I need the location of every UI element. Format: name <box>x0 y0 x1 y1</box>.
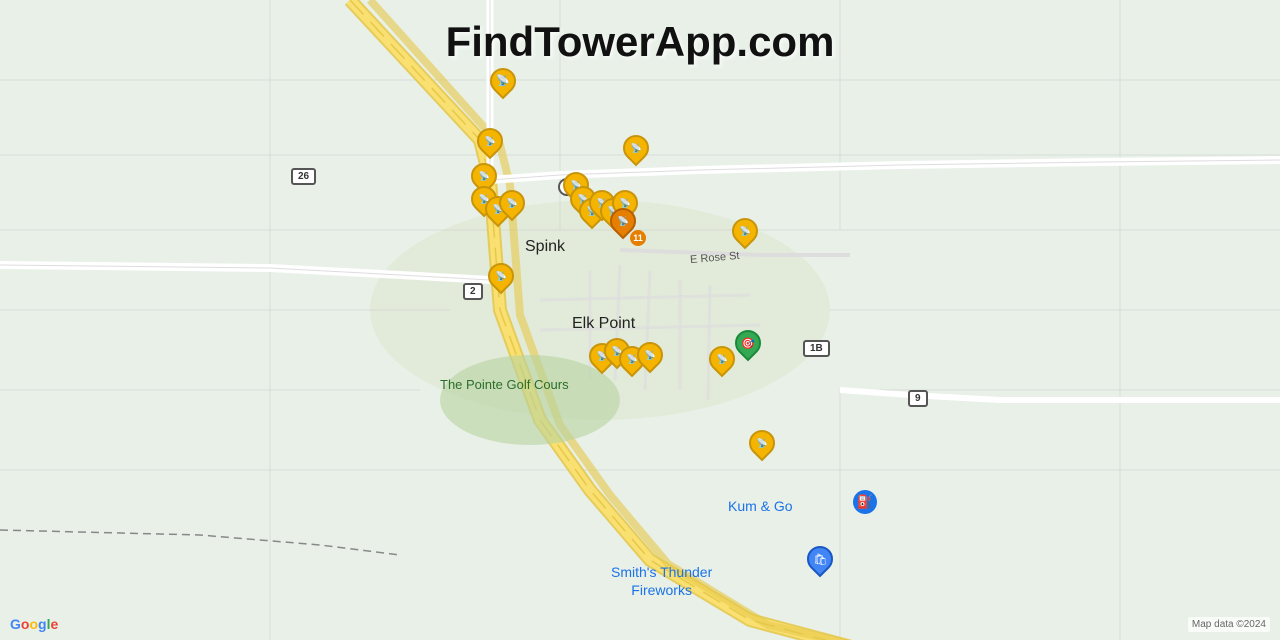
road-layer <box>0 0 1280 640</box>
green-marker[interactable]: 🎯 <box>735 330 761 362</box>
google-logo: Google <box>10 616 58 632</box>
tower-marker[interactable]: 📡 <box>709 346 735 378</box>
tower-marker[interactable]: 📡 <box>488 263 514 295</box>
map-attribution: Map data ©2024 <box>1188 617 1270 632</box>
map-container[interactable]: FindTowerApp.com Elk Point Spink E Rose … <box>0 0 1280 640</box>
tower-marker[interactable]: 📡 <box>637 342 663 374</box>
tower-marker[interactable]: 📡 <box>749 430 775 462</box>
cluster-badge: 11 <box>630 230 646 246</box>
gas-station-marker[interactable]: ⛽ <box>853 490 877 514</box>
road-shield-1b: 1B <box>803 340 830 357</box>
road-shield-2: 2 <box>463 283 483 300</box>
tower-marker[interactable]: 📡 <box>732 218 758 250</box>
tower-marker[interactable]: 📡 <box>499 190 525 222</box>
tower-marker[interactable]: 📡 <box>477 128 503 160</box>
road-shield-9: 9 <box>908 390 928 407</box>
site-title: FindTowerApp.com <box>446 18 835 66</box>
tower-marker[interactable]: 📡 <box>623 135 649 167</box>
road-shield-26: 26 <box>291 168 316 185</box>
fireworks-marker[interactable]: 🛍 <box>807 546 833 578</box>
tower-marker[interactable]: 📡 <box>490 68 516 100</box>
